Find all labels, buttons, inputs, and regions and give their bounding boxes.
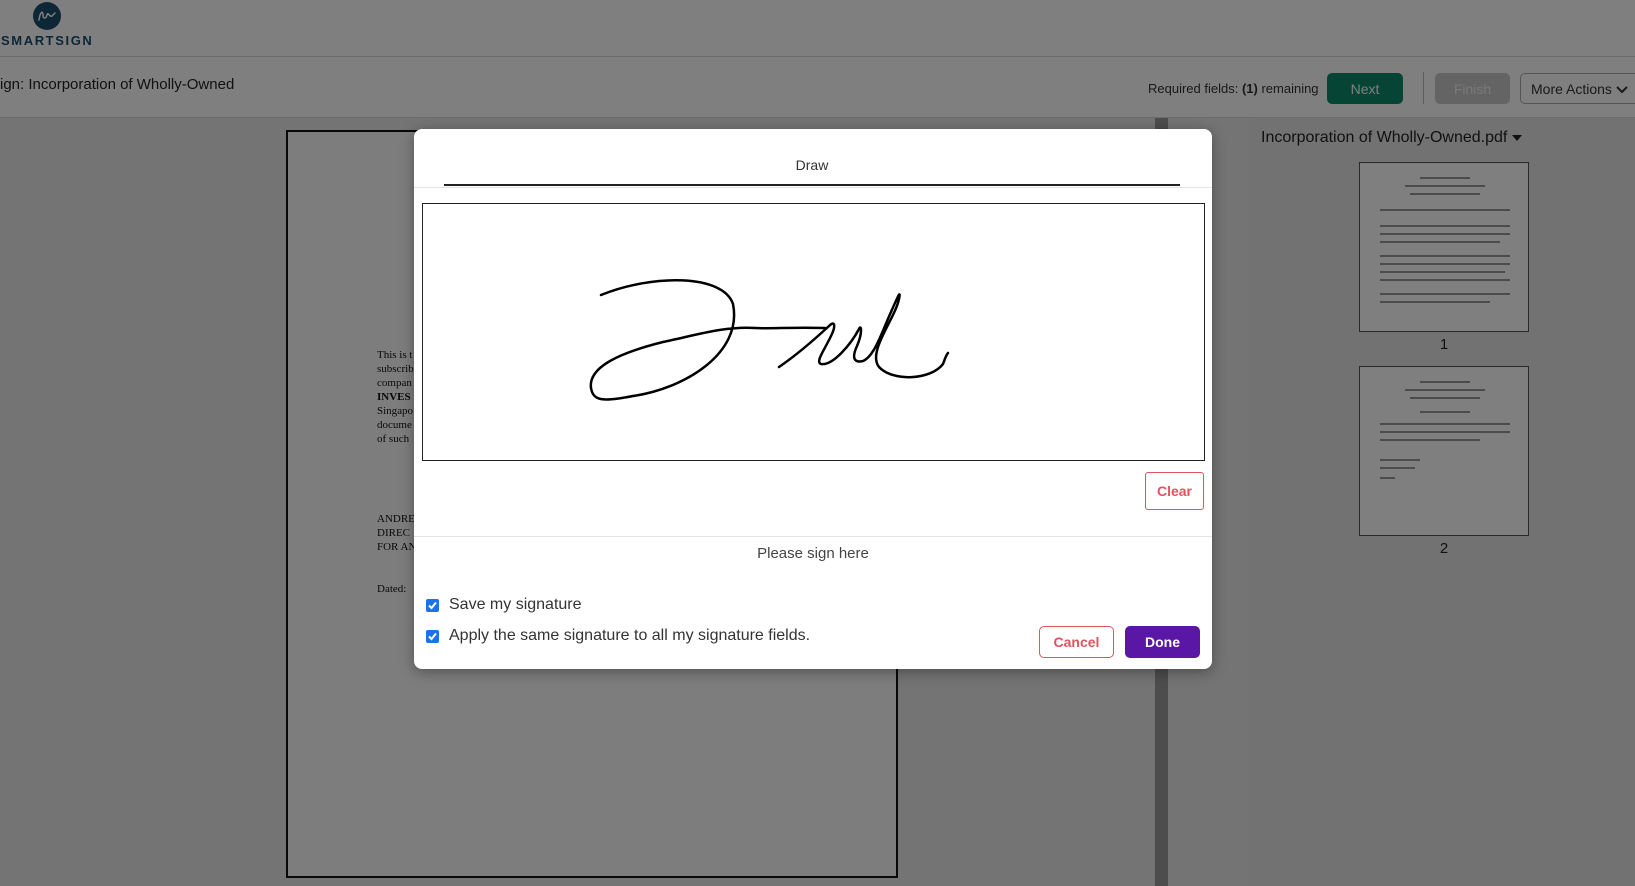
cancel-button[interactable]: Cancel xyxy=(1039,626,1114,658)
apply-all-label: Apply the same signature to all my signa… xyxy=(449,627,811,644)
tab-active-indicator xyxy=(444,184,1180,186)
pad-divider xyxy=(414,536,1212,537)
apply-all-option[interactable]: Apply the same signature to all my signa… xyxy=(426,627,810,645)
save-signature-checkbox[interactable] xyxy=(426,598,439,612)
signature-pad[interactable] xyxy=(422,203,1205,461)
save-signature-option[interactable]: Save my signature xyxy=(426,596,582,614)
apply-all-checkbox[interactable] xyxy=(426,629,439,643)
tab-divider xyxy=(414,187,1212,188)
drawn-signature xyxy=(589,278,950,401)
clear-button[interactable]: Clear xyxy=(1145,472,1204,510)
signature-modal: Draw Clear Please sign here Save my sign… xyxy=(414,129,1212,669)
tab-draw[interactable]: Draw xyxy=(444,157,1180,173)
sign-hint: Please sign here xyxy=(757,545,869,562)
done-button[interactable]: Done xyxy=(1125,626,1200,658)
save-signature-label: Save my signature xyxy=(449,596,582,613)
